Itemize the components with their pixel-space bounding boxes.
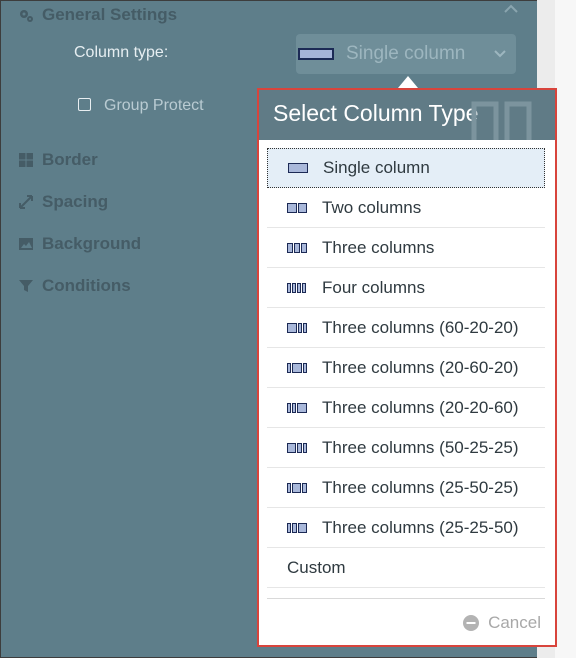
expand-arrows-icon [19, 195, 33, 209]
columns-watermark-icon [471, 101, 532, 140]
group-protect-label: Group Protect [104, 97, 204, 114]
section-border-label: Border [42, 150, 98, 169]
single-column-icon [298, 48, 334, 60]
cancel-label: Cancel [488, 613, 541, 632]
image-icon [19, 238, 33, 250]
section-conditions-label: Conditions [42, 276, 131, 295]
popup-footer: Cancel [267, 598, 545, 643]
three-columns-25-50-25-icon [287, 482, 307, 493]
popup-title: Select Column Type [273, 100, 479, 126]
option-single-column[interactable]: Single column [267, 148, 545, 188]
option-two-columns[interactable]: Two columns [267, 188, 545, 228]
option-label: Single column [323, 158, 430, 177]
option-three-columns-50-25-25[interactable]: Three columns (50-25-25) [267, 428, 545, 468]
popup-header: Select Column Type [259, 90, 555, 140]
option-three-columns-25-50-25[interactable]: Three columns (25-50-25) [267, 468, 545, 508]
option-label: Three columns [322, 237, 435, 257]
column-type-value: Single column [346, 43, 466, 64]
right-margin [555, 0, 576, 658]
option-three-columns-60-20-20[interactable]: Three columns (60-20-20) [267, 308, 545, 348]
option-label: Three columns (20-20-60) [322, 397, 519, 417]
three-columns-icon [287, 242, 307, 253]
three-columns-20-20-60-icon [287, 402, 307, 413]
option-label: Three columns (50-25-25) [322, 437, 519, 457]
four-columns-icon [287, 282, 307, 293]
minus-circle-icon [463, 615, 480, 631]
section-spacing-label: Spacing [42, 192, 109, 211]
option-label: Three columns (60-20-20) [322, 317, 519, 337]
group-protect-checkbox[interactable] [78, 98, 91, 111]
two-columns-icon [287, 202, 307, 213]
section-background-label: Background [42, 234, 142, 253]
popup-caret [398, 76, 418, 88]
option-four-columns[interactable]: Four columns [267, 268, 545, 308]
chevron-down-icon [494, 50, 506, 58]
option-label: Three columns (25-25-50) [322, 517, 519, 537]
single-column-icon [288, 163, 308, 173]
gears-icon [20, 10, 33, 22]
column-type-label: Column type: [74, 44, 169, 61]
option-label: Four columns [322, 277, 425, 297]
option-three-columns[interactable]: Three columns [267, 228, 545, 268]
section-general-label: General Settings [42, 5, 178, 24]
three-columns-25-25-50-icon [287, 522, 307, 533]
border-icon [19, 153, 33, 167]
section-conditions[interactable]: Conditions [18, 276, 131, 296]
three-columns-20-60-20-icon [287, 362, 307, 373]
option-label: Custom [287, 557, 346, 577]
option-three-columns-25-25-50[interactable]: Three columns (25-25-50) [267, 508, 545, 548]
option-custom[interactable]: Custom [267, 548, 545, 588]
option-three-columns-20-20-60[interactable]: Three columns (20-20-60) [267, 388, 545, 428]
three-columns-60-20-20-icon [287, 322, 307, 333]
option-label: Two columns [322, 197, 422, 217]
section-background[interactable]: Background [18, 234, 141, 254]
option-label: Three columns (20-60-20) [322, 357, 519, 377]
column-type-popup: Select Column Type Single column Two col… [257, 88, 557, 647]
section-general-settings[interactable]: General Settings [18, 5, 177, 25]
section-border[interactable]: Border [18, 150, 98, 170]
option-three-columns-20-60-20[interactable]: Three columns (20-60-20) [267, 348, 545, 388]
three-columns-50-25-25-icon [287, 442, 307, 453]
section-spacing[interactable]: Spacing [18, 192, 108, 212]
cancel-button[interactable]: Cancel [462, 613, 541, 633]
column-type-select[interactable]: Single column [296, 34, 516, 74]
column-type-list: Single column Two columns Three columns … [267, 148, 545, 588]
chevron-up-icon[interactable] [502, 2, 520, 16]
option-label: Three columns (25-50-25) [322, 477, 519, 497]
filter-icon [19, 280, 33, 292]
